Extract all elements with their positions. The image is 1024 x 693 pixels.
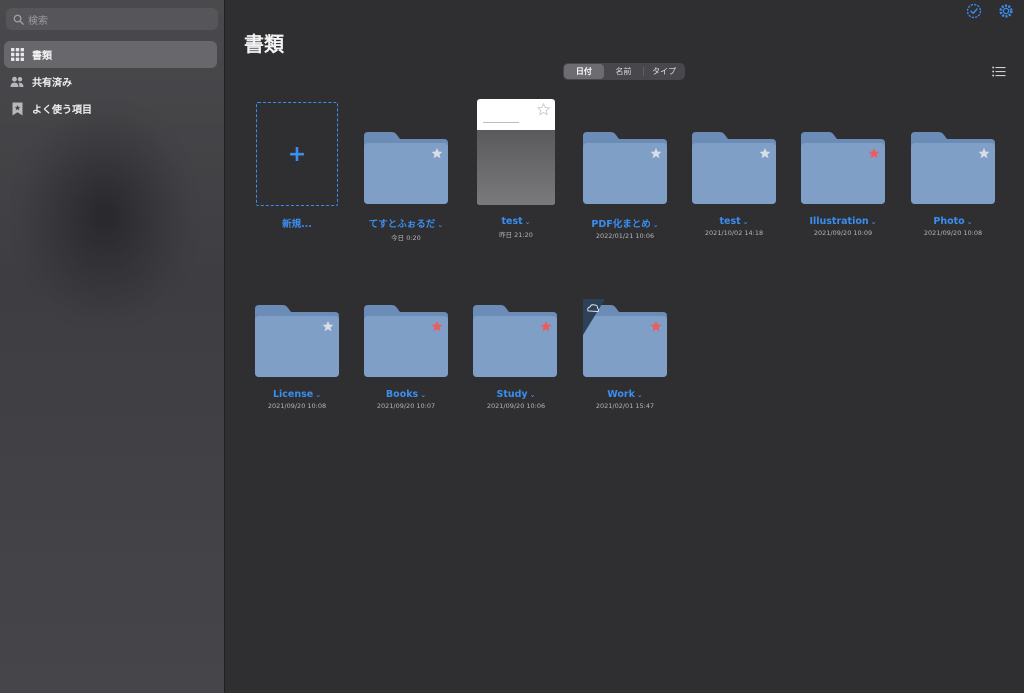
sidebar-item-favorites[interactable]: よく使う項目 xyxy=(4,95,217,122)
sidebar-item-shared[interactable]: 共有済み xyxy=(4,68,217,95)
item-name[interactable]: Photo ⌄ xyxy=(903,216,1003,227)
sidebar: 検索 書類 共有済み よく使う項目 xyxy=(0,0,225,693)
star-outline-icon[interactable] xyxy=(537,103,550,116)
item-date: 2021/09/20 10:07 xyxy=(376,402,436,410)
folder-icon[interactable] xyxy=(911,130,995,204)
toolbar xyxy=(966,3,1014,19)
item-date: 2021/09/20 10:06 xyxy=(486,402,546,410)
grid-icon xyxy=(10,48,24,62)
folder-icon[interactable] xyxy=(801,130,885,204)
item-name[interactable]: Illustration ⌄ xyxy=(793,216,893,227)
sidebar-item-label: 共有済み xyxy=(32,78,72,89)
sort-option-date[interactable]: 日付 xyxy=(564,64,604,79)
grid-item: Work ⌄ 2021/02/01 15:47 xyxy=(575,389,675,410)
item-name[interactable]: Study ⌄ xyxy=(466,389,566,400)
document-thumbnail[interactable] xyxy=(477,99,555,205)
people-icon xyxy=(10,75,24,89)
item-name[interactable]: test ⌄ xyxy=(466,216,566,227)
item-name[interactable]: test ⌄ xyxy=(684,216,784,227)
search-icon xyxy=(13,14,24,25)
plus-icon: + xyxy=(287,141,307,167)
sidebar-item-documents[interactable]: 書類 xyxy=(4,41,217,68)
item-name[interactable]: Work ⌄ xyxy=(575,389,675,400)
item-name[interactable]: てすとふぉるだ ⌄ xyxy=(356,216,456,230)
sort-segmented-control: 日付 名前 タイプ xyxy=(563,63,685,80)
item-name[interactable]: Books ⌄ xyxy=(356,389,456,400)
main-content: 書類 日付 名前 タイプ + 新規... てすとふぉるだ ⌄ 今日 0:20 te… xyxy=(226,0,1024,693)
list-view-icon[interactable] xyxy=(992,66,1006,77)
item-date: 2021/09/20 10:09 xyxy=(813,229,873,237)
folder-icon[interactable] xyxy=(583,130,667,204)
grid-item: test ⌄ 2021/10/02 14:18 xyxy=(684,216,784,237)
grid-item: Illustration ⌄ 2021/09/20 10:09 xyxy=(793,216,893,237)
sort-option-name[interactable]: 名前 xyxy=(604,64,644,79)
grid-item: 新規... xyxy=(247,216,347,230)
search-placeholder: 検索 xyxy=(28,15,48,27)
item-name[interactable]: License ⌄ xyxy=(247,389,347,400)
grid-item: test ⌄ 昨日 21:20 xyxy=(466,216,566,239)
item-date: 2021/10/02 14:18 xyxy=(704,229,764,237)
item-date: 2021/02/01 15:47 xyxy=(595,402,655,410)
search-field[interactable]: 検索 xyxy=(6,8,218,30)
folder-icon[interactable] xyxy=(692,130,776,204)
item-date: 2021/09/20 10:08 xyxy=(923,229,983,237)
sort-option-type[interactable]: タイプ xyxy=(644,64,684,79)
folder-icon[interactable] xyxy=(583,299,667,377)
folder-icon[interactable] xyxy=(473,303,557,377)
grid-item: Photo ⌄ 2021/09/20 10:08 xyxy=(903,216,1003,237)
grid-item: Study ⌄ 2021/09/20 10:06 xyxy=(466,389,566,410)
bookmark-icon xyxy=(10,102,24,116)
new-document-button[interactable]: + xyxy=(256,102,338,206)
item-date: 今日 0:20 xyxy=(391,234,421,242)
folder-icon[interactable] xyxy=(364,303,448,377)
grid-item: PDF化まとめ ⌄ 2022/01/21 10:06 xyxy=(575,216,675,240)
item-date: 昨日 21:20 xyxy=(499,231,533,239)
grid-item: License ⌄ 2021/09/20 10:08 xyxy=(247,389,347,410)
item-name[interactable]: PDF化まとめ ⌄ xyxy=(575,216,675,230)
gear-icon[interactable] xyxy=(998,3,1014,19)
select-check-icon[interactable] xyxy=(966,3,982,19)
grid-item: Books ⌄ 2021/09/20 10:07 xyxy=(356,389,456,410)
folder-icon[interactable] xyxy=(364,130,448,204)
doc-text-line xyxy=(483,122,519,123)
item-date: 2022/01/21 10:06 xyxy=(595,232,655,240)
sidebar-item-label: よく使う項目 xyxy=(32,105,92,116)
grid-item: てすとふぉるだ ⌄ 今日 0:20 xyxy=(356,216,456,242)
page-title: 書類 xyxy=(244,32,284,56)
sidebar-item-label: 書類 xyxy=(32,51,52,62)
doc-preview-gradient xyxy=(477,130,555,205)
item-name[interactable]: 新規... xyxy=(247,216,347,230)
background-blur xyxy=(20,110,190,320)
folder-icon[interactable] xyxy=(255,303,339,377)
item-date: 2021/09/20 10:08 xyxy=(267,402,327,410)
